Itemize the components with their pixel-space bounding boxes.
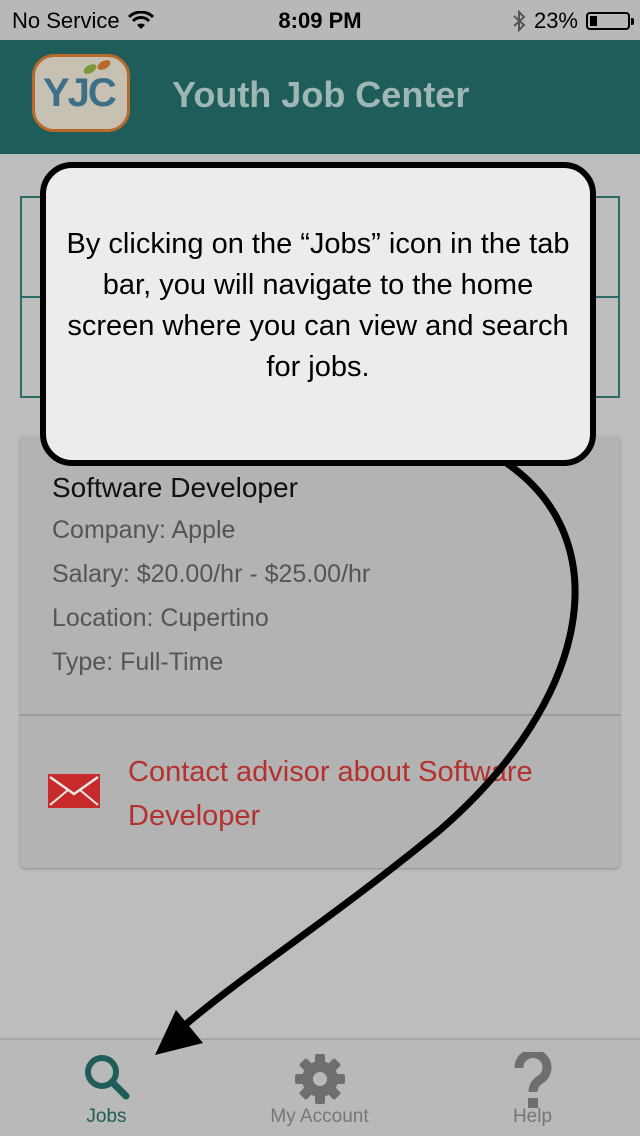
- battery-tip: [631, 18, 634, 25]
- search-icon: [84, 1055, 129, 1100]
- tab-my-account-label: My Account: [270, 1106, 369, 1127]
- tab-bar: Jobs My Account Help: [0, 1038, 640, 1136]
- tab-jobs[interactable]: Jobs: [0, 1040, 213, 1136]
- app-header: YJC Youth Job Center: [0, 40, 640, 154]
- tab-jobs-label: Jobs: [86, 1106, 127, 1127]
- status-bar: No Service 8:09 PM 23%: [0, 0, 640, 40]
- yjc-logo: YJC: [32, 54, 130, 132]
- card-divider: [20, 714, 620, 716]
- job-title: Software Developer: [52, 472, 298, 503]
- mail-icon[interactable]: [48, 774, 100, 808]
- bluetooth-icon: [513, 10, 526, 32]
- gear-icon: [294, 1054, 345, 1104]
- question-icon: [514, 1052, 551, 1108]
- tab-help[interactable]: Help: [426, 1040, 639, 1136]
- job-card[interactable]: Software Developer Company: Apple Salary…: [20, 436, 620, 868]
- job-location: Location: Cupertino: [52, 604, 269, 632]
- tab-my-account[interactable]: My Account: [213, 1040, 426, 1136]
- logo-leaf-orange: [95, 58, 113, 72]
- page-title: Youth Job Center: [172, 74, 470, 115]
- coach-mark-callout[interactable]: By clicking on the “Jobs” icon in the ta…: [40, 162, 596, 466]
- tab-help-label: Help: [512, 1106, 553, 1127]
- coach-mark-text: By clicking on the “Jobs” icon in the ta…: [66, 228, 570, 383]
- job-salary: Salary: $20.00/hr - $25.00/hr: [52, 560, 371, 588]
- job-type: Type: Full-Time: [52, 648, 224, 676]
- battery-icon: [586, 12, 634, 30]
- battery-fill: [590, 16, 597, 26]
- logo-text: YJC: [43, 71, 117, 115]
- status-right: 23%: [512, 8, 634, 34]
- job-company: Company: Apple: [52, 516, 236, 544]
- battery-percent: 23%: [533, 8, 578, 33]
- contact-advisor-link[interactable]: Contact advisor about Software Developer: [128, 750, 598, 838]
